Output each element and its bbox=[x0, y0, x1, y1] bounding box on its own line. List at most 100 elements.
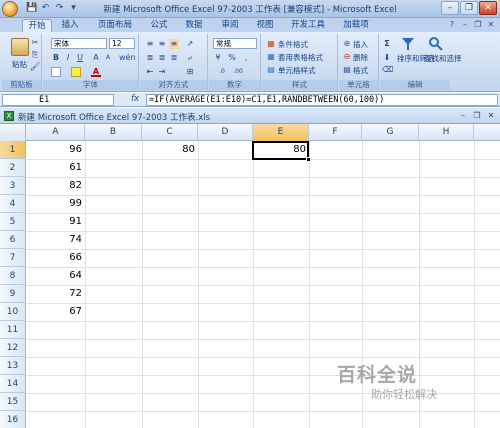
bold-button[interactable]: B bbox=[51, 53, 61, 63]
align-bottom-icon[interactable]: ≡ bbox=[169, 39, 179, 49]
cell-c1[interactable]: 80 bbox=[142, 141, 198, 159]
row-header-12[interactable]: 12 bbox=[0, 339, 26, 357]
worksheet-grid[interactable]: A B C D E F G H 1 2 3 4 5 6 7 8 9 10 11 … bbox=[0, 124, 500, 428]
cell-a9[interactable]: 72 bbox=[27, 285, 85, 303]
tab-add-ins[interactable]: 加载项 bbox=[336, 19, 376, 32]
restore-workbook-icon[interactable]: ❐ bbox=[473, 20, 483, 30]
tab-review[interactable]: 审阅 bbox=[216, 19, 244, 32]
minimize-workbook-icon[interactable]: – bbox=[460, 20, 470, 30]
tab-formulas[interactable]: 公式 bbox=[145, 19, 173, 32]
row-header-7[interactable]: 7 bbox=[0, 249, 26, 267]
number-format-select[interactable]: 常规 bbox=[213, 38, 257, 49]
cell-a8[interactable]: 64 bbox=[27, 267, 85, 285]
delete-cells-button[interactable]: 删除 bbox=[353, 52, 368, 63]
row-header-11[interactable]: 11 bbox=[0, 321, 26, 339]
cell-a4[interactable]: 99 bbox=[27, 195, 85, 213]
row-header-15[interactable]: 15 bbox=[0, 393, 26, 411]
italic-button[interactable]: I bbox=[63, 53, 73, 63]
column-header-a[interactable]: A bbox=[27, 124, 85, 141]
select-all-corner[interactable] bbox=[0, 124, 26, 141]
format-as-table-button[interactable]: 套用表格格式 bbox=[278, 52, 323, 63]
close-button[interactable]: ✕ bbox=[479, 1, 497, 15]
cell-a2[interactable]: 61 bbox=[27, 159, 85, 177]
tab-data[interactable]: 数据 bbox=[180, 19, 208, 32]
format-painter-icon[interactable]: 🖌 bbox=[30, 62, 40, 72]
row-header-10[interactable]: 10 bbox=[0, 303, 26, 321]
align-right-icon[interactable]: ≣ bbox=[169, 53, 179, 63]
tab-home[interactable]: 开始 bbox=[22, 19, 52, 32]
align-center-icon[interactable]: ≣ bbox=[157, 53, 167, 63]
shrink-font-button[interactable]: A bbox=[103, 53, 113, 63]
row-header-4[interactable]: 4 bbox=[0, 195, 26, 213]
percent-button[interactable]: % bbox=[227, 53, 237, 63]
row-header-1[interactable]: 1 bbox=[0, 141, 26, 159]
merge-center-icon[interactable]: ⊞ bbox=[185, 67, 195, 77]
column-header-e[interactable]: E bbox=[253, 124, 309, 141]
cell-a6[interactable]: 74 bbox=[27, 231, 85, 249]
font-size-select[interactable]: 12 bbox=[109, 38, 135, 49]
cut-icon[interactable]: ✂ bbox=[30, 38, 40, 48]
paste-icon[interactable] bbox=[11, 38, 29, 56]
tab-view[interactable]: 视图 bbox=[251, 19, 279, 32]
tab-insert[interactable]: 插入 bbox=[56, 19, 84, 32]
workbook-minimize-icon[interactable]: – bbox=[457, 110, 469, 121]
insert-cells-button[interactable]: 插入 bbox=[353, 39, 368, 50]
format-cells-button[interactable]: 格式 bbox=[353, 65, 368, 76]
clear-icon[interactable]: ⌫ bbox=[382, 65, 393, 75]
align-top-icon[interactable]: ≡ bbox=[145, 39, 155, 49]
orientation-icon[interactable]: ↗ bbox=[185, 39, 195, 49]
column-header-d[interactable]: D bbox=[198, 124, 253, 141]
row-header-8[interactable]: 8 bbox=[0, 267, 26, 285]
conditional-format-button[interactable]: 条件格式 bbox=[278, 39, 308, 50]
fill-color-icon[interactable] bbox=[71, 67, 81, 77]
cell-styles-button[interactable]: 单元格样式 bbox=[278, 65, 316, 76]
insert-function-icon[interactable]: fx bbox=[131, 94, 139, 104]
align-middle-icon[interactable]: ≡ bbox=[157, 39, 167, 49]
cell-a1[interactable]: 96 bbox=[27, 141, 85, 159]
formula-input[interactable]: =IF(AVERAGE(E1:E10)=C1,E1,RANDBETWEEN(60… bbox=[146, 94, 498, 106]
cell-a7[interactable]: 66 bbox=[27, 249, 85, 267]
row-header-6[interactable]: 6 bbox=[0, 231, 26, 249]
restore-button[interactable]: ❐ bbox=[460, 1, 478, 15]
workbook-close-icon[interactable]: ✕ bbox=[485, 110, 497, 121]
autosum-button[interactable]: Σ bbox=[382, 39, 392, 49]
column-header-g[interactable]: G bbox=[362, 124, 419, 141]
comma-button[interactable]: , bbox=[241, 53, 251, 63]
decrease-decimal-icon[interactable]: .00 bbox=[233, 67, 243, 77]
borders-icon[interactable] bbox=[51, 67, 61, 77]
row-header-2[interactable]: 2 bbox=[0, 159, 26, 177]
row-header-13[interactable]: 13 bbox=[0, 357, 26, 375]
font-name-select[interactable]: 宋体 bbox=[51, 38, 107, 49]
minimize-button[interactable]: – bbox=[441, 1, 459, 15]
help-icon[interactable]: ? bbox=[447, 20, 457, 30]
row-header-9[interactable]: 9 bbox=[0, 285, 26, 303]
cell-a10[interactable]: 67 bbox=[27, 303, 85, 321]
row-header-3[interactable]: 3 bbox=[0, 177, 26, 195]
font-color-button[interactable]: A bbox=[91, 67, 101, 77]
row-header-16[interactable]: 16 bbox=[0, 411, 26, 428]
decrease-indent-icon[interactable]: ⇤ bbox=[145, 67, 155, 77]
underline-button[interactable]: U bbox=[75, 53, 85, 63]
name-box[interactable]: E1 bbox=[2, 94, 114, 106]
tab-page-layout[interactable]: 页面布局 bbox=[90, 19, 140, 32]
increase-indent-icon[interactable]: ⇥ bbox=[157, 67, 167, 77]
find-select-button[interactable]: 查找和选择 bbox=[424, 53, 462, 64]
column-header-c[interactable]: C bbox=[142, 124, 198, 141]
currency-icon[interactable]: ¥ bbox=[213, 53, 223, 63]
align-left-icon[interactable]: ≣ bbox=[145, 53, 155, 63]
fill-handle[interactable] bbox=[306, 157, 311, 162]
wen-icon[interactable]: wén bbox=[119, 53, 136, 63]
column-header-f[interactable]: F bbox=[309, 124, 362, 141]
column-header-b[interactable]: B bbox=[85, 124, 142, 141]
cell-a3[interactable]: 82 bbox=[27, 177, 85, 195]
column-header-h[interactable]: H bbox=[419, 124, 474, 141]
row-header-14[interactable]: 14 bbox=[0, 375, 26, 393]
fill-icon[interactable]: ⬇ bbox=[382, 53, 392, 63]
grow-font-button[interactable]: A bbox=[91, 53, 101, 63]
copy-icon[interactable]: ⎘ bbox=[30, 50, 40, 60]
workbook-restore-icon[interactable]: ❐ bbox=[471, 110, 483, 121]
tab-developer[interactable]: 开发工具 bbox=[284, 19, 332, 32]
close-workbook-icon[interactable]: ✕ bbox=[486, 20, 496, 30]
cell-a5[interactable]: 91 bbox=[27, 213, 85, 231]
wrap-text-icon[interactable]: ⤶ bbox=[185, 53, 195, 63]
